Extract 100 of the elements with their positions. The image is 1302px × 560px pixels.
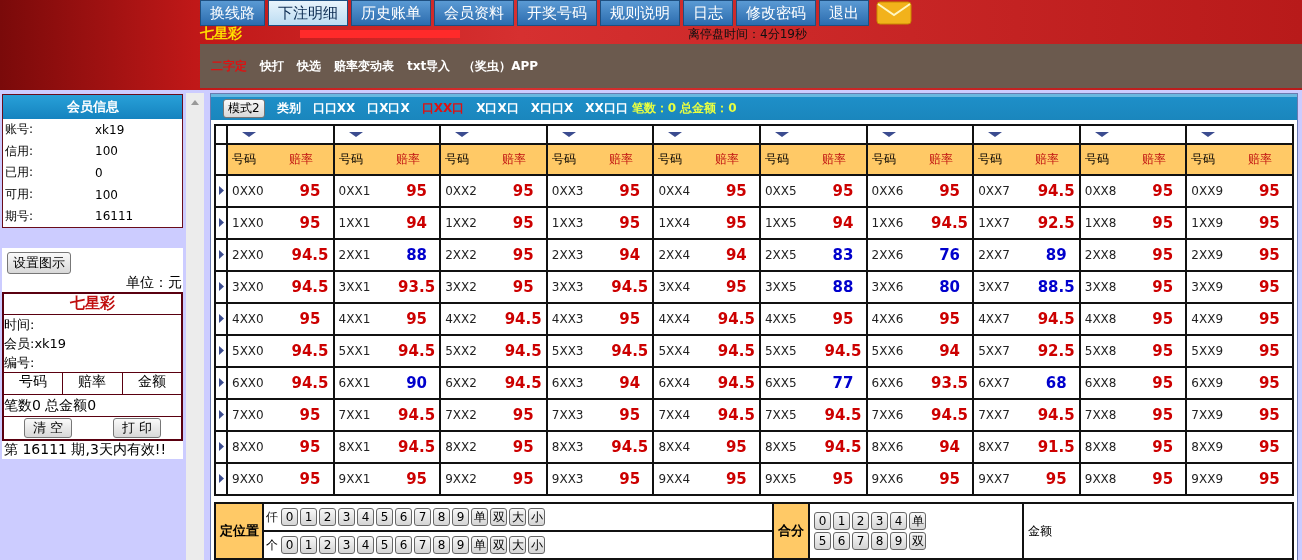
bet-code[interactable]: 9XX2 [441,472,504,486]
key-button[interactable]: 3 [338,508,355,526]
bet-code[interactable]: 0XX1 [334,184,397,198]
bet-code[interactable]: 9XX7 [974,472,1037,486]
nav-tab[interactable]: 开奖号码 [517,0,597,26]
key-button[interactable]: 双 [909,532,926,550]
ticket-button[interactable]: 清 空 [24,417,73,438]
bet-code[interactable]: 7XX1 [334,408,397,422]
mode-link[interactable]: X口X口 [476,100,519,117]
bet-code[interactable]: 3XX9 [1187,280,1250,294]
bet-code[interactable]: 5XX0 [228,344,290,358]
key-button[interactable]: 0 [281,536,298,554]
key-button[interactable]: 9 [452,536,469,554]
bet-code[interactable]: 9XX8 [1080,472,1143,486]
key-button[interactable]: 小 [528,536,545,554]
bet-code[interactable]: 2XX7 [974,248,1037,262]
key-button[interactable]: 双 [490,508,507,526]
bet-code[interactable]: 3XX0 [228,280,290,294]
dropdown-arrow-icon[interactable] [774,132,789,137]
bet-code[interactable]: 1XX7 [974,216,1037,230]
bet-code[interactable]: 7XX8 [1080,408,1143,422]
dropdown-arrow-icon[interactable] [881,132,896,137]
subnav-link[interactable]: 赔率变动表 [334,57,394,75]
bet-code[interactable]: 5XX5 [760,344,823,358]
nav-tab[interactable]: 历史账单 [351,0,431,26]
bet-code[interactable]: 9XX3 [547,472,610,486]
bet-code[interactable]: 9XX1 [334,472,397,486]
bet-code[interactable]: 7XX3 [547,408,610,422]
bet-code[interactable]: 7XX9 [1187,408,1250,422]
nav-tab[interactable]: 换线路 [200,0,265,26]
mode-link[interactable]: XX口口 [585,100,628,117]
key-button[interactable]: 2 [852,512,869,530]
bet-code[interactable]: 4XX8 [1080,312,1143,326]
key-button[interactable]: 6 [833,532,850,550]
nav-tab[interactable]: 修改密码 [736,0,816,26]
bet-code[interactable]: 1XX9 [1187,216,1250,230]
bet-code[interactable]: 0XX5 [760,184,823,198]
nav-tab[interactable]: 会员资料 [434,0,514,26]
bet-code[interactable]: 1XX6 [867,216,930,230]
key-button[interactable]: 单 [909,512,926,530]
key-button[interactable]: 5 [376,536,393,554]
bet-code[interactable]: 8XX2 [441,440,504,454]
dropdown-arrow-icon[interactable] [668,132,683,137]
bet-code[interactable]: 8XX7 [974,440,1037,454]
bet-code[interactable]: 9XX0 [228,472,290,486]
bet-code[interactable]: 2XX4 [654,248,717,262]
bet-code[interactable]: 0XX4 [654,184,717,198]
bet-code[interactable]: 9XX5 [760,472,823,486]
bet-code[interactable]: 4XX2 [441,312,504,326]
key-button[interactable]: 9 [452,508,469,526]
bet-code[interactable]: 6XX6 [867,376,930,390]
bet-code[interactable]: 3XX8 [1080,280,1143,294]
key-button[interactable]: 4 [357,536,374,554]
bet-code[interactable]: 9XX6 [867,472,930,486]
key-button[interactable]: 9 [890,532,907,550]
bet-code[interactable]: 2XX3 [547,248,610,262]
bet-code[interactable]: 0XX6 [867,184,930,198]
scrollbar[interactable] [186,93,204,560]
bet-code[interactable]: 8XX0 [228,440,290,454]
key-button[interactable]: 5 [814,532,831,550]
dropdown-arrow-icon[interactable] [1201,132,1216,137]
bet-code[interactable]: 1XX8 [1080,216,1143,230]
key-button[interactable]: 3 [871,512,888,530]
bet-code[interactable]: 6XX7 [974,376,1037,390]
bet-code[interactable]: 6XX4 [654,376,717,390]
key-button[interactable]: 8 [433,508,450,526]
dropdown-arrow-icon[interactable] [242,132,256,137]
bet-code[interactable]: 4XX5 [760,312,823,326]
nav-tab[interactable]: 日志 [683,0,733,26]
settings-button[interactable]: 设置图示 [7,251,71,274]
bet-code[interactable]: 8XX5 [760,440,823,454]
bet-code[interactable]: 3XX4 [654,280,717,294]
key-button[interactable]: 3 [338,536,355,554]
key-button[interactable]: 7 [414,508,431,526]
bet-code[interactable]: 2XX5 [760,248,823,262]
bet-code[interactable]: 8XX9 [1187,440,1250,454]
key-button[interactable]: 8 [433,536,450,554]
bet-code[interactable]: 3XX5 [760,280,823,294]
bet-code[interactable]: 1XX4 [654,216,717,230]
bet-code[interactable]: 4XX7 [974,312,1037,326]
mode-button[interactable]: 模式2 [223,99,265,118]
bet-code[interactable]: 3XX3 [547,280,610,294]
bet-code[interactable]: 5XX1 [334,344,397,358]
ticket-button[interactable]: 打 印 [112,417,161,438]
dropdown-arrow-icon[interactable] [1094,132,1109,137]
bet-code[interactable]: 0XX0 [228,184,290,198]
bet-code[interactable]: 2XX9 [1187,248,1250,262]
key-button[interactable]: 1 [300,536,317,554]
mode-link[interactable]: 口X口X [367,100,410,117]
bet-code[interactable]: 4XX4 [654,312,717,326]
bet-code[interactable]: 5XX8 [1080,344,1143,358]
nav-tab[interactable]: 退出 [819,0,869,26]
key-button[interactable]: 单 [471,508,488,526]
bet-code[interactable]: 3XX6 [867,280,930,294]
key-button[interactable]: 1 [300,508,317,526]
bet-code[interactable]: 8XX6 [867,440,930,454]
key-button[interactable]: 小 [528,508,545,526]
bet-code[interactable]: 7XX7 [974,408,1037,422]
mode-link[interactable]: X口口X [530,100,574,117]
bet-code[interactable]: 2XX6 [867,248,930,262]
